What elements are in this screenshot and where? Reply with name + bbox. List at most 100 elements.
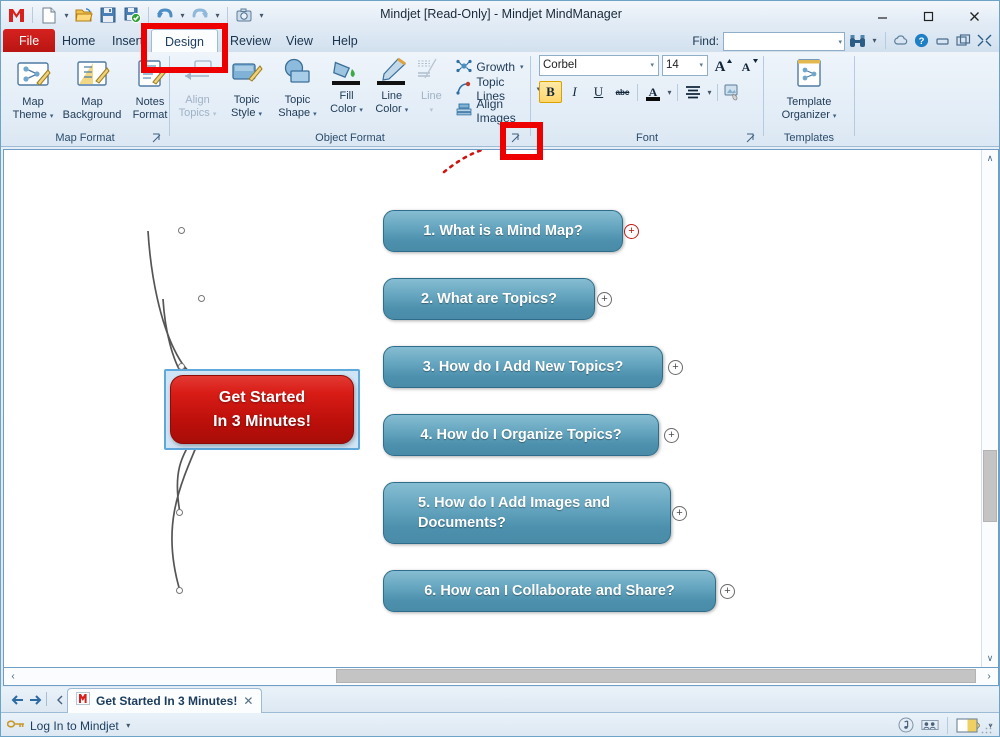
minimize-ribbon-icon[interactable]	[934, 32, 951, 49]
status-separator	[947, 717, 948, 734]
map-canvas[interactable]: Get Started In 3 Minutes! 1. What is a M…	[4, 150, 981, 667]
doc-tab-close-icon[interactable]: ✕	[243, 694, 253, 708]
font-dialog-launcher[interactable]	[744, 131, 757, 144]
topic-shape-button[interactable]: TopicShape ▾	[271, 54, 324, 124]
ribbon-group-object-format: AlignTopics ▾ TopicStyle ▾ TopicSha	[170, 52, 530, 147]
find-dropdown-caret[interactable]: ▾	[838, 38, 842, 46]
topic-1[interactable]: 1. What is a Mind Map?	[383, 210, 623, 252]
scroll-down-button[interactable]: ∨	[982, 650, 998, 667]
font-size-caret[interactable]: ▾	[699, 61, 703, 69]
growth-caret[interactable]: ▾	[520, 63, 524, 71]
topic-3-expand-button[interactable]: +	[668, 360, 683, 375]
grow-font-button[interactable]: A	[711, 54, 734, 76]
topic-2[interactable]: 2. What are Topics?	[383, 278, 595, 320]
cloud-icon[interactable]	[892, 32, 909, 49]
minimize-button[interactable]	[859, 4, 905, 28]
central-topic-line1: Get Started	[219, 386, 305, 410]
horizontal-scroll-thumb[interactable]	[336, 669, 976, 683]
ribbon-group-label-font: Font	[531, 132, 763, 144]
bold-button[interactable]: B	[539, 81, 562, 103]
doc-tab-get-started[interactable]: Get Started In 3 Minutes! ✕	[67, 688, 262, 713]
map-background-button[interactable]: MapBackground	[61, 54, 123, 124]
help-icon[interactable]: ?	[913, 32, 930, 49]
notes-format-label: NotesFormat	[133, 96, 168, 121]
map-format-dialog-launcher[interactable]	[150, 131, 163, 144]
status-bar: Log In to Mindjet ▾	[1, 713, 1000, 737]
find-input[interactable]	[723, 32, 845, 51]
font-color-button[interactable]: A	[641, 81, 664, 103]
ribbon-group-label-map-format: Map Format	[1, 132, 169, 144]
nav-prev-button[interactable]	[9, 692, 25, 708]
growth-icon	[456, 59, 472, 76]
fill-color-label: FillColor ▾	[330, 90, 363, 117]
text-background-button[interactable]	[721, 81, 744, 103]
topic-4-expand-button[interactable]: +	[664, 428, 679, 443]
people-icon[interactable]	[921, 716, 939, 734]
expand-icon[interactable]	[976, 32, 993, 49]
topic-3[interactable]: 3. How do I Add New Topics?	[383, 346, 663, 388]
nav-next-button[interactable]	[28, 692, 44, 708]
topic-5-expand-button[interactable]: +	[672, 506, 687, 521]
find-label: Find:	[692, 34, 719, 48]
font-name-combobox[interactable]: Corbel ▾	[539, 55, 659, 76]
font-size-combobox[interactable]: 14 ▾	[662, 55, 708, 76]
audio-icon[interactable]	[897, 716, 915, 734]
align-topics-button[interactable]: AlignTopics ▾	[173, 54, 222, 124]
object-format-dialog-launcher[interactable]	[509, 131, 522, 144]
line-color-button[interactable]: LineColor ▾	[369, 54, 414, 124]
scroll-up-button[interactable]: ∧	[982, 150, 998, 167]
svg-text:?: ?	[919, 36, 925, 47]
font-name-caret[interactable]: ▾	[650, 61, 654, 69]
resize-grip[interactable]	[981, 721, 993, 733]
tab-file[interactable]: File	[3, 29, 55, 53]
login-to-mindjet-button[interactable]: Log In to Mindjet ▾	[7, 718, 133, 733]
view-mode-icon[interactable]	[956, 716, 980, 734]
vertical-scroll-thumb[interactable]	[983, 450, 997, 522]
shrink-font-button[interactable]: A	[737, 54, 760, 76]
topic-2-expand-button[interactable]: +	[597, 292, 612, 307]
topic-style-label: TopicStyle ▾	[231, 94, 262, 121]
scroll-right-button[interactable]: ›	[981, 668, 997, 684]
document-tab-bar: Get Started In 3 Minutes! ✕	[1, 687, 1000, 713]
tab-view[interactable]: View	[273, 29, 326, 53]
map-theme-button[interactable]: MapTheme ▾	[5, 54, 61, 124]
fill-color-button[interactable]: FillColor ▾	[324, 54, 369, 124]
close-button[interactable]	[951, 4, 997, 28]
font-color-caret[interactable]: ▾	[665, 88, 674, 97]
map-background-label: MapBackground	[63, 96, 122, 121]
topic-6-expand-button[interactable]: +	[720, 584, 735, 599]
nav-tab-list-button[interactable]	[52, 692, 68, 708]
connector-dot-6	[176, 587, 183, 594]
login-label: Log In to Mindjet	[30, 719, 119, 733]
topic-4[interactable]: 4. How do I Organize Topics?	[383, 414, 659, 456]
topic-1-expand-button[interactable]: +	[624, 224, 639, 239]
connector-dot-5	[176, 509, 183, 516]
tab-help[interactable]: Help	[319, 29, 371, 53]
tab-design[interactable]: Design	[151, 29, 218, 53]
vertical-scrollbar[interactable]: ∧ ∨	[981, 150, 998, 667]
underline-button[interactable]: U	[587, 81, 610, 103]
topic-5[interactable]: 5. How do I Add Images and Documents?	[383, 482, 671, 544]
central-topic[interactable]: Get Started In 3 Minutes!	[170, 375, 354, 444]
topic-6[interactable]: 6. How can I Collaborate and Share?	[383, 570, 716, 612]
strikethrough-button[interactable]: abc	[611, 81, 634, 103]
topic-style-button[interactable]: TopicStyle ▾	[222, 54, 271, 124]
ribbon-group-label-templates: Templates	[764, 132, 854, 144]
find-binoculars-icon[interactable]	[849, 32, 866, 49]
find-binoculars-caret[interactable]: ▾	[870, 36, 879, 45]
maximize-button[interactable]	[905, 4, 951, 28]
connector-dot-2	[198, 295, 205, 302]
line-button[interactable]: Line▾	[414, 54, 448, 124]
tab-insert[interactable]: Insert	[99, 29, 156, 53]
text-align-button[interactable]	[681, 81, 704, 103]
svg-text:A: A	[648, 85, 657, 99]
scroll-left-button[interactable]: ‹	[5, 668, 21, 684]
template-organizer-button[interactable]: TemplateOrganizer ▾	[774, 54, 844, 124]
login-caret[interactable]: ▾	[124, 721, 133, 730]
status-bar-right: ▾	[897, 716, 995, 734]
italic-button[interactable]: I	[563, 81, 586, 103]
horizontal-scrollbar[interactable]: ‹ ›	[3, 668, 999, 686]
align-images-icon	[456, 103, 472, 120]
text-align-caret[interactable]: ▾	[705, 88, 714, 97]
restore-window-icon[interactable]	[955, 32, 972, 49]
